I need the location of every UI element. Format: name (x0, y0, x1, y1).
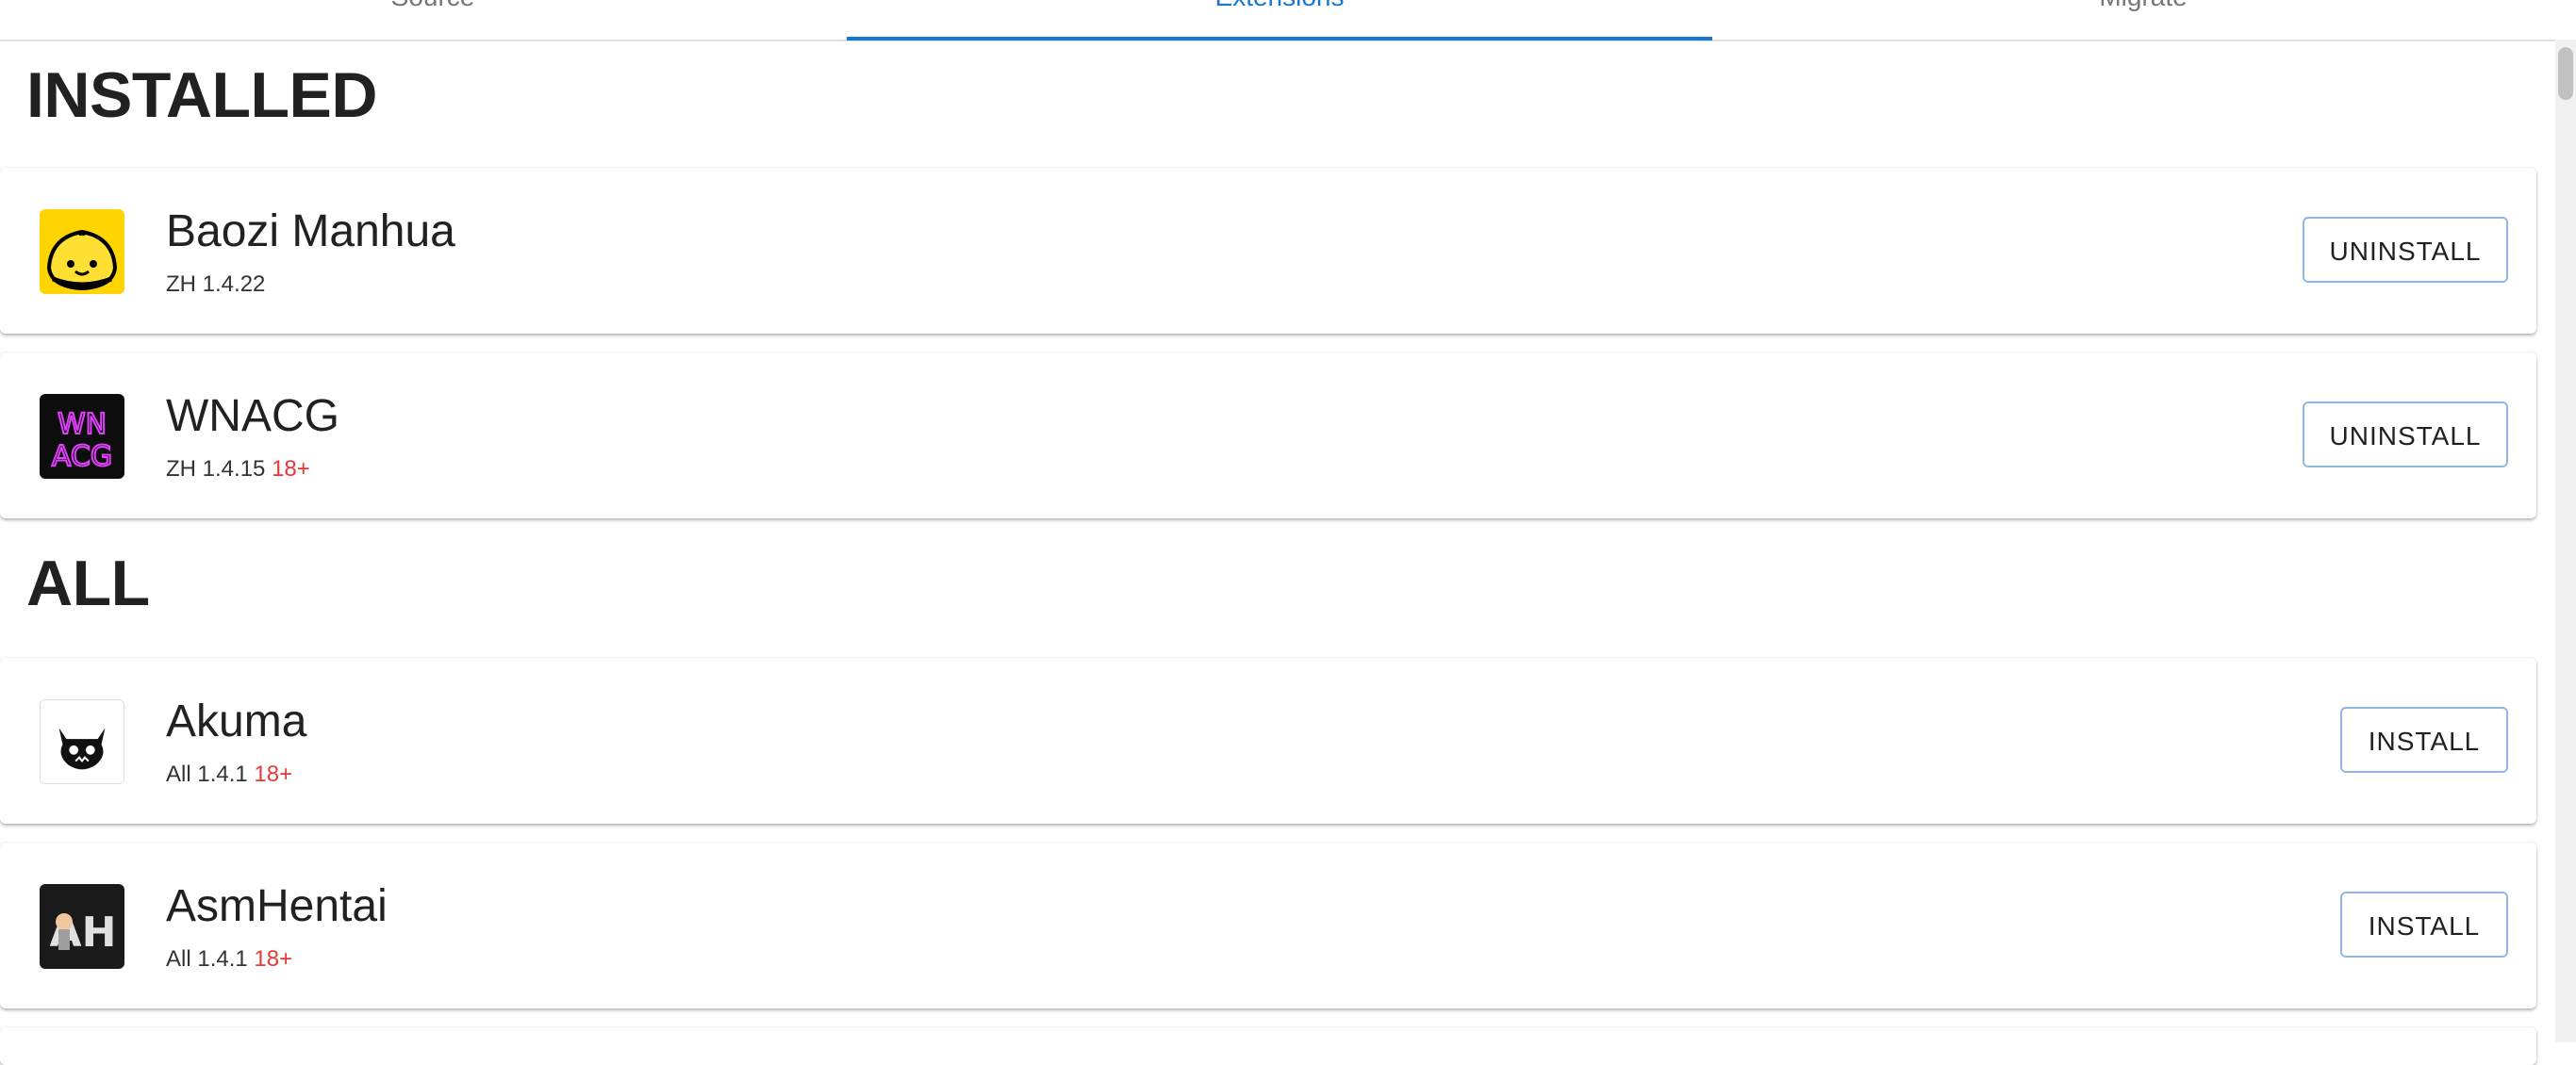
baozi-bun-icon (40, 209, 124, 294)
tab-bar: Source Extensions Migrate (0, 0, 2565, 41)
extension-meta: ZH 1.4.15 18+ (166, 456, 310, 482)
extension-name: Akuma (166, 696, 307, 746)
svg-text:WN: WN (58, 408, 107, 441)
extension-meta: All 1.4.1 18+ (166, 762, 293, 787)
extension-card (0, 1027, 2536, 1065)
extension-card: Baozi Manhua ZH 1.4.22 UNINSTALL (0, 168, 2536, 334)
akuma-demon-icon (40, 699, 124, 784)
section-title-installed: INSTALLED (26, 59, 378, 131)
svg-text:ACG: ACG (52, 440, 112, 473)
extension-card: Akuma All 1.4.1 18+ INSTALL (0, 658, 2536, 824)
nsfw-badge: 18+ (254, 762, 293, 787)
tab-migrate[interactable]: Migrate (1710, 0, 2576, 40)
tab-extensions[interactable]: Extensions (847, 0, 1712, 41)
extension-name: AsmHentai (166, 881, 388, 931)
install-button[interactable]: INSTALL (2340, 892, 2508, 958)
install-button[interactable]: INSTALL (2340, 707, 2508, 773)
nsfw-badge: 18+ (272, 456, 310, 482)
nsfw-badge: 18+ (254, 946, 293, 972)
tab-source[interactable]: Source (0, 0, 866, 40)
extension-meta: All 1.4.1 18+ (166, 946, 293, 972)
uninstall-button[interactable]: UNINSTALL (2303, 217, 2508, 283)
active-tab-indicator (847, 37, 1712, 41)
uninstall-button[interactable]: UNINSTALL (2303, 401, 2508, 467)
extension-name: Baozi Manhua (166, 206, 455, 256)
scrollbar-track[interactable] (2555, 40, 2576, 1042)
scrollbar-thumb[interactable] (2558, 47, 2573, 100)
extension-meta: ZH 1.4.22 (166, 271, 266, 297)
extension-card: AH AsmHentai All 1.4.1 18+ INSTALL (0, 843, 2536, 1008)
section-title-all: ALL (26, 548, 150, 619)
wnacg-logo-icon: WN ACG (40, 394, 124, 479)
extension-card: WN ACG WNACG ZH 1.4.15 18+ UNINSTALL (0, 352, 2536, 518)
extension-name: WNACG (166, 391, 339, 441)
asmhentai-logo-icon: AH (40, 884, 124, 969)
